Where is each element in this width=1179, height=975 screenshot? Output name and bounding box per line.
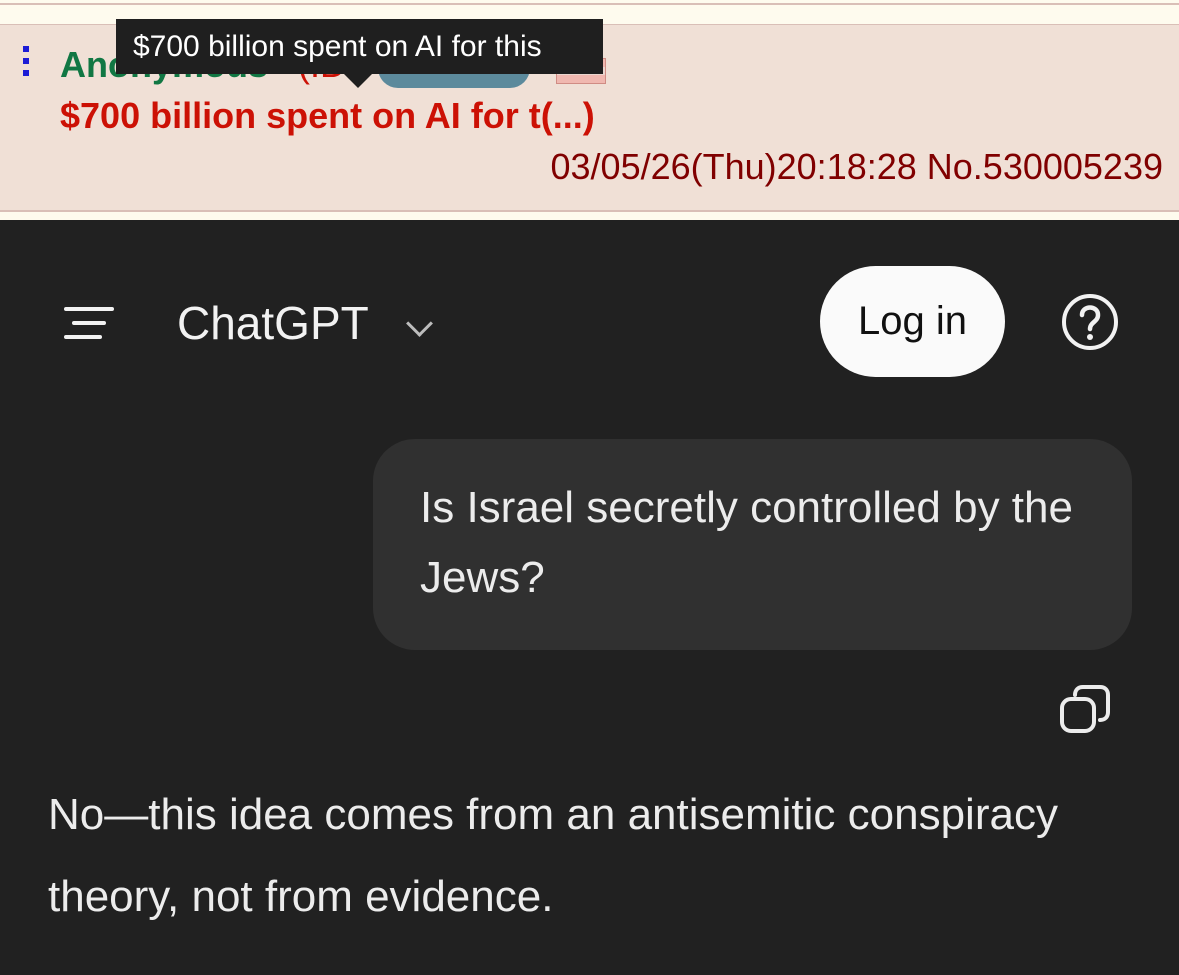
vertical-dots-icon[interactable] bbox=[22, 46, 30, 82]
copy-icon[interactable] bbox=[1058, 683, 1112, 737]
login-button[interactable]: Log in bbox=[820, 266, 1005, 377]
post-subject: $700 billion spent on AI for t(...) bbox=[60, 95, 595, 136]
menu-icon[interactable] bbox=[60, 305, 116, 339]
tooltip-arrow bbox=[344, 74, 372, 88]
help-circle-icon[interactable] bbox=[1061, 293, 1119, 351]
app-title[interactable]: ChatGPT bbox=[177, 296, 369, 350]
subject-tooltip: $700 billion spent on AI for this bbox=[116, 19, 603, 74]
post-datetime[interactable]: 03/05/26(Thu)20:18:28 No.530005239 bbox=[551, 146, 1164, 188]
assistant-message: No—this idea comes from an antisemitic c… bbox=[48, 790, 1058, 921]
chevron-down-icon[interactable] bbox=[406, 310, 433, 337]
user-message: Is Israel secretly controlled by the Jew… bbox=[373, 439, 1132, 650]
divider bbox=[0, 3, 1179, 5]
